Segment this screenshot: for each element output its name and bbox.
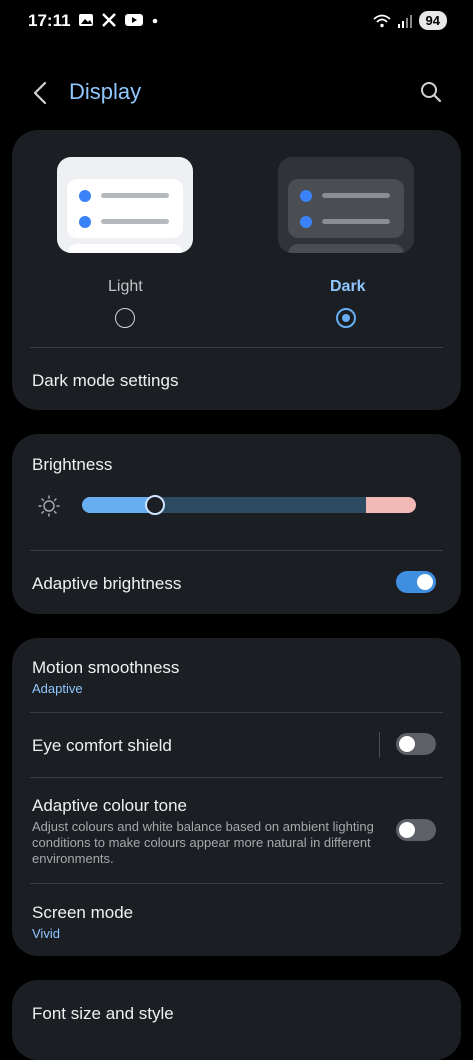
dark-theme-preview[interactable] (278, 157, 414, 253)
back-button[interactable] (30, 80, 52, 106)
battery-indicator: 94 (418, 11, 447, 30)
chevron-left-icon (33, 81, 47, 105)
sun-icon (38, 495, 60, 517)
extra-brightness-zone (366, 497, 416, 513)
theme-card: Light Dark Dark mode settings (12, 130, 461, 410)
eye-comfort-shield-title[interactable]: Eye comfort shield (32, 736, 172, 756)
motion-smoothness-title: Motion smoothness (32, 658, 180, 677)
dark-mode-settings-item[interactable]: Dark mode settings (32, 371, 178, 391)
app-header: Display (0, 70, 473, 116)
screen-mode-value: Vivid (32, 926, 60, 941)
brightness-slider-thumb[interactable] (145, 495, 165, 515)
motion-smoothness-value: Adaptive (32, 681, 83, 696)
light-label: Light (108, 278, 143, 295)
x-icon (102, 13, 116, 27)
brightness-title: Brightness (32, 455, 113, 474)
signal-icon (397, 14, 412, 28)
screen-mode-title: Screen mode (32, 903, 134, 922)
dark-label: Dark (330, 278, 366, 295)
divider (30, 883, 443, 884)
dark-radio[interactable] (336, 308, 356, 328)
display-options-card: Motion smoothness Adaptive Eye comfort s… (12, 638, 461, 956)
light-theme-preview[interactable] (57, 157, 193, 253)
wifi-icon (372, 14, 391, 27)
notification-icons (78, 12, 159, 28)
divider (30, 550, 443, 551)
status-time: 17:11 (28, 11, 71, 30)
vertical-separator (379, 732, 380, 758)
adaptive-brightness-label: Adaptive brightness (32, 574, 182, 593)
adaptive-colour-tone-description: Adjust colours and white balance based o… (32, 819, 374, 866)
page-title: Display (69, 79, 142, 104)
brightness-slider[interactable] (82, 497, 416, 513)
search-icon (421, 82, 442, 103)
dot-icon (152, 18, 158, 24)
adaptive-brightness-toggle[interactable] (396, 571, 436, 593)
search-button[interactable] (419, 80, 443, 104)
eye-comfort-shield-toggle[interactable] (396, 733, 436, 755)
youtube-icon (125, 14, 143, 26)
light-radio[interactable] (115, 308, 135, 328)
gallery-icon (79, 14, 93, 26)
adaptive-colour-tone-toggle[interactable] (396, 819, 436, 841)
font-size-and-style-item[interactable]: Font size and style (32, 1004, 174, 1024)
adaptive-colour-tone-title: Adaptive colour tone (32, 796, 187, 815)
system-icons: 94 (372, 11, 447, 30)
divider (30, 347, 443, 348)
divider (30, 777, 443, 778)
brightness-card: Brightness Adaptive brightness (12, 434, 461, 614)
font-card: Font size and style (12, 980, 461, 1060)
status-bar: 17:11 94 (0, 0, 473, 44)
divider (30, 712, 443, 713)
